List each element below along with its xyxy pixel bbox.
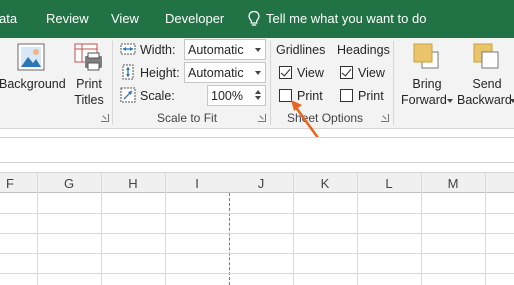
bring-forward-button[interactable]: Bring Forward: [397, 38, 457, 108]
headings-view-checkbox[interactable]: [340, 66, 353, 79]
print-titles-button[interactable]: Print Titles: [68, 38, 110, 108]
bring-forward-icon: [413, 43, 439, 69]
column-header-row: F G H I J K L M: [0, 172, 514, 193]
column-header-g[interactable]: G: [37, 176, 101, 191]
column-header-i[interactable]: I: [165, 176, 229, 191]
column-divider: [357, 172, 358, 285]
send-backward-label-line1: Send: [472, 77, 502, 91]
column-header-l[interactable]: L: [357, 176, 421, 191]
row-divider: [0, 233, 514, 234]
print-titles-label-line2: Titles: [74, 93, 104, 107]
column-divider: [421, 172, 422, 285]
chevron-down-icon: [255, 71, 261, 75]
formula-bar[interactable]: [0, 137, 514, 163]
page-setup-dialog-launcher[interactable]: [101, 114, 109, 122]
column-header-j[interactable]: J: [229, 176, 293, 191]
row-divider: [0, 253, 514, 254]
scale-value: 100%: [211, 89, 243, 103]
lightbulb-icon: [248, 10, 260, 26]
background-image-icon: [17, 43, 45, 71]
height-icon: [122, 64, 134, 80]
scale-to-fit-dialog-launcher[interactable]: [258, 114, 266, 122]
scale-spinner[interactable]: 100%: [207, 85, 266, 106]
group-separator: [112, 41, 113, 125]
gridlines-view-checkbox[interactable]: [279, 66, 292, 79]
tab-developer[interactable]: Developer: [165, 11, 224, 26]
width-label: Width:: [140, 43, 176, 57]
width-dropdown[interactable]: Automatic: [184, 39, 266, 60]
ribbon-page-layout: Background Print Titles Width: Automatic…: [0, 38, 514, 129]
send-backward-button[interactable]: Send Backward: [457, 38, 514, 108]
page-break-line: [229, 193, 230, 285]
background-label: Background: [0, 77, 66, 91]
chevron-down-icon: [510, 99, 514, 103]
column-divider: [293, 172, 294, 285]
column-header-m[interactable]: M: [421, 176, 485, 191]
height-label: Height:: [140, 66, 180, 80]
sheet-options-dialog-launcher[interactable]: [381, 114, 389, 122]
bring-forward-label-line2: Forward: [401, 93, 447, 107]
row-divider: [0, 273, 514, 274]
scale-to-fit-group-label: Scale to Fit: [157, 111, 218, 125]
worksheet-grid[interactable]: F G H I J K L M: [0, 172, 514, 285]
width-icon: [120, 43, 136, 55]
headings-print-label: Print: [358, 89, 384, 103]
print-titles-icon: [74, 43, 102, 71]
column-header-h[interactable]: H: [101, 176, 165, 191]
send-backward-icon: [473, 43, 499, 69]
chevron-down-icon: [255, 48, 261, 52]
headings-header: Headings: [337, 43, 390, 57]
width-value: Automatic: [188, 43, 244, 57]
chevron-down-icon: [447, 99, 453, 103]
tab-view[interactable]: View: [111, 11, 139, 26]
headings-view-label: View: [358, 66, 385, 80]
send-backward-label-line2: Backward: [457, 93, 512, 107]
column-divider: [101, 172, 102, 285]
scale-icon: [120, 87, 136, 103]
column-divider: [485, 172, 486, 285]
background-button[interactable]: Background: [0, 38, 68, 108]
scale-label: Scale:: [140, 89, 175, 103]
spin-down-icon[interactable]: [254, 95, 263, 103]
tab-review[interactable]: Review: [46, 11, 89, 26]
bring-forward-label-line1: Bring: [412, 77, 442, 91]
column-header-f[interactable]: F: [0, 176, 20, 191]
group-separator: [393, 41, 394, 125]
column-divider: [37, 172, 38, 285]
headings-print-checkbox[interactable]: [340, 89, 353, 102]
gridlines-header: Gridlines: [276, 43, 326, 57]
gridlines-view-label: View: [297, 66, 324, 80]
tab-data[interactable]: ata: [0, 11, 17, 26]
height-dropdown[interactable]: Automatic: [184, 62, 266, 83]
ribbon-tab-bar: ata Review View Developer Tell me what y…: [0, 0, 514, 38]
print-titles-label-line1: Print: [76, 77, 102, 91]
height-value: Automatic: [188, 66, 244, 80]
group-separator: [270, 41, 271, 125]
column-header-k[interactable]: K: [293, 176, 357, 191]
tell-me-search[interactable]: Tell me what you want to do: [266, 11, 426, 26]
row-divider: [0, 213, 514, 214]
column-divider: [165, 172, 166, 285]
